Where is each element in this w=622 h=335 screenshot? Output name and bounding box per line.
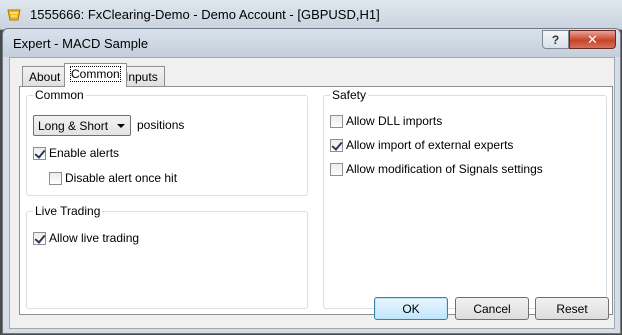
allow-live-trading-check-icon — [33, 231, 46, 245]
expert-dialog: Expert - MACD Sample ? ✕ About Common In… — [2, 28, 621, 334]
enable-alerts-label: Enable alerts — [49, 146, 120, 160]
tab-about[interactable]: About — [22, 66, 68, 86]
common-group: Common Long & Short positions Enable ale… — [26, 88, 308, 196]
enable-alerts-check-icon — [33, 146, 46, 160]
disable-alert-once-hit-label: Disable alert once hit — [65, 171, 178, 185]
allow-dll-imports-checkbox[interactable]: Allow DLL imports — [330, 114, 442, 128]
tab-common-label: Common — [70, 66, 121, 82]
chevron-down-icon — [117, 124, 125, 128]
close-button[interactable]: ✕ — [569, 30, 616, 49]
common-group-title: Common — [33, 88, 86, 102]
allow-dll-imports-check-icon — [330, 114, 343, 128]
safety-group-title: Safety — [330, 88, 369, 102]
main-window-titlebar: 1555666: FxClearing-Demo - Demo Account … — [0, 0, 622, 30]
allow-modification-signals-check-icon — [330, 162, 343, 176]
allow-modification-signals-label: Allow modification of Signals settings — [346, 162, 543, 176]
dialog-body: About Common Inputs Common Long & Short … — [9, 57, 615, 329]
allow-import-external-check-icon — [330, 138, 343, 152]
allow-modification-signals-checkbox[interactable]: Allow modification of Signals settings — [330, 162, 543, 176]
help-button[interactable]: ? — [542, 30, 569, 49]
allow-import-external-checkbox[interactable]: Allow import of external experts — [330, 138, 513, 152]
app-logo-icon — [7, 9, 21, 21]
reset-button[interactable]: Reset — [535, 297, 609, 320]
disable-alert-check-icon — [49, 171, 62, 185]
allow-live-trading-checkbox[interactable]: Allow live trading — [33, 231, 139, 245]
tab-inputs-label: Inputs — [125, 70, 158, 84]
allow-import-external-label: Allow import of external experts — [346, 138, 514, 152]
tab-about-label: About — [29, 70, 61, 84]
enable-alerts-checkbox[interactable]: Enable alerts — [33, 146, 119, 160]
cancel-button[interactable]: Cancel — [455, 297, 529, 320]
tab-common[interactable]: Common — [64, 63, 127, 87]
live-trading-group-title: Live Trading — [33, 204, 103, 218]
position-type-value: Long & Short — [38, 119, 109, 133]
tab-panel-common: Common Long & Short positions Enable ale… — [19, 86, 613, 315]
disable-alert-once-hit-checkbox[interactable]: Disable alert once hit — [49, 171, 177, 185]
allow-live-trading-label: Allow live trading — [49, 231, 140, 245]
position-type-select[interactable]: Long & Short — [33, 115, 131, 136]
positions-label: positions — [137, 118, 185, 132]
main-window-title: 1555666: FxClearing-Demo - Demo Account … — [30, 7, 380, 22]
safety-group: Safety Allow DLL imports Allow import of… — [323, 88, 607, 309]
live-trading-group: Live Trading Allow live trading — [26, 204, 308, 309]
dialog-titlebar[interactable]: Expert - MACD Sample ? ✕ — [3, 29, 620, 57]
dialog-title: Expert - MACD Sample — [13, 36, 149, 51]
allow-dll-imports-label: Allow DLL imports — [346, 114, 443, 128]
ok-button[interactable]: OK — [374, 297, 448, 320]
